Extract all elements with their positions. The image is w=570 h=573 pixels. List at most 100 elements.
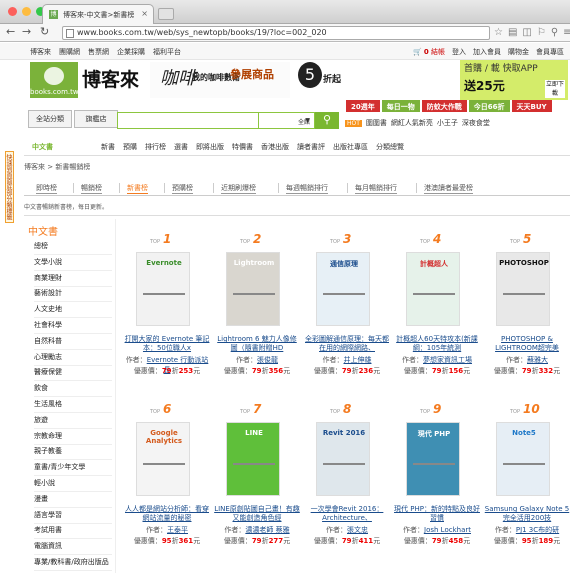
ranking-tab[interactable]: 每週暢銷排行 bbox=[286, 183, 328, 194]
all-categories-button[interactable]: 全站分類 bbox=[28, 110, 72, 128]
forward-icon[interactable]: → bbox=[22, 25, 31, 38]
book-title-link[interactable]: 打開大家的 Evernote 筆記本：50位職人x bbox=[124, 335, 210, 353]
translate-icon[interactable]: ⚐ bbox=[537, 27, 546, 38]
hot-search-link[interactable]: 圍圍書 bbox=[366, 118, 387, 128]
top-nav-link[interactable]: 企業採購 bbox=[117, 47, 145, 57]
book-cover[interactable]: Evernote bbox=[136, 252, 190, 326]
author-link[interactable]: Josh Lockhart bbox=[424, 526, 471, 534]
ranking-tab[interactable]: 暢銷榜 bbox=[81, 183, 102, 194]
hot-search-link[interactable]: 小王子 bbox=[437, 118, 458, 128]
sidebar-category-link[interactable]: 醫療保健 bbox=[34, 367, 112, 382]
category-current[interactable]: 中文書 bbox=[32, 142, 53, 155]
top-nav-link[interactable]: 福利平台 bbox=[153, 47, 181, 57]
category-link[interactable]: 香港出版 bbox=[261, 142, 289, 155]
author-link[interactable]: 張俊龍 bbox=[257, 356, 278, 364]
ranking-tab[interactable]: 預購榜 bbox=[172, 183, 193, 194]
promo-link[interactable]: 20週年 bbox=[346, 100, 380, 112]
book-cover[interactable]: 現代 PHP bbox=[406, 422, 460, 496]
book-title-link[interactable]: 全彩圖解通信原理：每天都在用的網際網路、 bbox=[304, 335, 390, 353]
ranking-tab[interactable]: 近期刷爆榜 bbox=[221, 183, 256, 194]
ranking-tab[interactable]: 即時榜 bbox=[36, 183, 57, 194]
sidebar-category-link[interactable]: 輕小說 bbox=[34, 478, 112, 492]
book-title-link[interactable]: PHOTOSHOP & LIGHTROOM超完美 bbox=[484, 335, 570, 353]
search-tool-icon[interactable]: ⚲ bbox=[551, 27, 558, 38]
author-link[interactable]: PJ1 3C布的研 bbox=[516, 526, 559, 534]
sidebar-category-link[interactable]: 社會科學 bbox=[34, 320, 112, 334]
search-button[interactable]: ⚲ bbox=[315, 112, 339, 129]
category-link[interactable]: 即將出版 bbox=[196, 142, 224, 155]
author-link[interactable]: 蘇雅大 bbox=[527, 356, 548, 364]
bookmark-star-icon[interactable]: ☆ bbox=[494, 27, 503, 38]
sidebar-category-link[interactable]: 飲食 bbox=[34, 383, 112, 398]
sidebar-category-link[interactable]: 自然科普 bbox=[34, 336, 112, 350]
category-link[interactable]: 分類總覽 bbox=[376, 142, 404, 155]
promo-link[interactable]: 每日一物 bbox=[381, 100, 420, 112]
top-nav-link[interactable]: 售票網 bbox=[88, 47, 109, 57]
author-link[interactable]: 張文忠 bbox=[347, 526, 368, 534]
app-download-button[interactable]: 立即下載 bbox=[545, 80, 565, 98]
book-cover[interactable]: Lightroom bbox=[226, 252, 280, 326]
minimize-window-button[interactable] bbox=[22, 7, 31, 16]
top-nav-link[interactable]: 團購網 bbox=[59, 47, 80, 57]
top-nav-link[interactable]: 博客來 bbox=[30, 47, 51, 57]
book-title-link[interactable]: 人人都是網站分析師：看穿網站流量的秘密 bbox=[124, 505, 210, 523]
sidebar-category-link[interactable]: 電腦資訊 bbox=[34, 541, 112, 556]
book-cover[interactable]: Note5 bbox=[496, 422, 550, 496]
book-title-link[interactable]: Lightroom 6 魅力人像修圖（隨書附贈HD bbox=[214, 335, 300, 353]
extension-icon[interactable]: ◫ bbox=[522, 27, 531, 38]
book-title-link[interactable]: 計概超人60天特攻本(新課綱：105年統測 bbox=[394, 335, 480, 353]
back-icon[interactable]: ← bbox=[6, 25, 15, 38]
member-link[interactable]: 加入會員 bbox=[473, 47, 501, 57]
member-link[interactable]: 購物金 bbox=[508, 47, 529, 57]
category-link[interactable]: 預購 bbox=[123, 142, 137, 155]
author-link[interactable]: 濃濃老師 蔡雅 bbox=[245, 526, 289, 534]
sidebar-category-link[interactable]: 童書/青少年文學 bbox=[34, 462, 112, 477]
books-logo[interactable]: books.com.tw bbox=[30, 62, 79, 98]
close-window-button[interactable] bbox=[8, 7, 17, 16]
book-cover[interactable]: LINE bbox=[226, 422, 280, 496]
menu-icon[interactable]: ≡ bbox=[563, 27, 570, 38]
book-cover[interactable]: 通信原理 bbox=[316, 252, 370, 326]
logo-text[interactable]: 博客來 bbox=[82, 65, 139, 92]
address-bar[interactable]: www.books.com.tw/web/sys_newtopb/books/1… bbox=[62, 26, 490, 40]
category-link[interactable]: 特價書 bbox=[232, 142, 253, 155]
search-input[interactable] bbox=[117, 112, 259, 129]
promo-link[interactable]: 今日66折 bbox=[468, 100, 510, 112]
sidebar-category-link[interactable]: 漫畫 bbox=[34, 494, 112, 508]
book-cover[interactable]: Google Analytics bbox=[136, 422, 190, 496]
browser-tab[interactable]: 博 博客來-中文書>新書榜 × bbox=[42, 4, 154, 24]
author-link[interactable]: 夢想家資訊工場 bbox=[423, 356, 472, 364]
sidebar-category-link[interactable]: 人文史地 bbox=[34, 304, 112, 319]
close-tab-icon[interactable]: × bbox=[141, 9, 148, 18]
sidebar-category-link[interactable]: 親子教養 bbox=[34, 446, 112, 461]
hot-search-link[interactable]: 網紅人氣新亮 bbox=[391, 118, 433, 128]
sidebar-category-link[interactable]: 心理勵志 bbox=[34, 352, 112, 366]
promo-ad-text[interactable]: 參展商品 bbox=[230, 66, 274, 82]
promo-link[interactable]: 防蚊大作戰 bbox=[421, 100, 467, 112]
sidebar-category-link[interactable]: 文學小說 bbox=[34, 257, 112, 271]
book-cover[interactable]: 計概超人 bbox=[406, 252, 460, 326]
ranking-tab[interactable]: 每月暢銷排行 bbox=[355, 183, 397, 194]
reload-icon[interactable]: ↻ bbox=[40, 25, 49, 38]
sidebar-category-link[interactable]: 宗教命理 bbox=[34, 431, 112, 445]
category-link[interactable]: 讀者書評 bbox=[297, 142, 325, 155]
ranking-tab[interactable]: 港澳讀者最愛榜 bbox=[424, 183, 473, 194]
book-title-link[interactable]: Samsung Galaxy Note 5 完全活用200技 bbox=[484, 505, 570, 523]
member-link[interactable]: 會員專區 bbox=[536, 47, 564, 57]
category-link[interactable]: 排行榜 bbox=[145, 142, 166, 155]
sidebar-category-link[interactable]: 生活風格 bbox=[34, 399, 112, 413]
flagship-store-button[interactable]: 旗艦店 bbox=[74, 110, 118, 128]
app-download-ad[interactable]: 首購 / 載 快取APP 送25元 立即下載 bbox=[460, 60, 568, 100]
cart-link[interactable]: 🛒 0 結帳 bbox=[413, 47, 445, 57]
side-category-label[interactable]: 快速到頁面底部分類標籤 bbox=[5, 151, 14, 223]
member-link[interactable]: 登入 bbox=[452, 47, 466, 57]
hot-search-link[interactable]: 深夜食堂 bbox=[462, 118, 490, 128]
new-tab-button[interactable] bbox=[158, 8, 174, 20]
category-link[interactable]: 新書 bbox=[101, 142, 115, 155]
promo-link[interactable]: 天天BUY bbox=[511, 100, 552, 112]
book-cover[interactable]: PHOTOSHOP bbox=[496, 252, 550, 326]
author-link[interactable]: 井上伸雄 bbox=[344, 356, 372, 364]
author-link[interactable]: 王泰平 bbox=[167, 526, 188, 534]
sidebar-category-link[interactable]: 商業理財 bbox=[34, 273, 112, 287]
breadcrumb[interactable]: 博客來 > 新書暢銷榜 bbox=[24, 162, 90, 172]
